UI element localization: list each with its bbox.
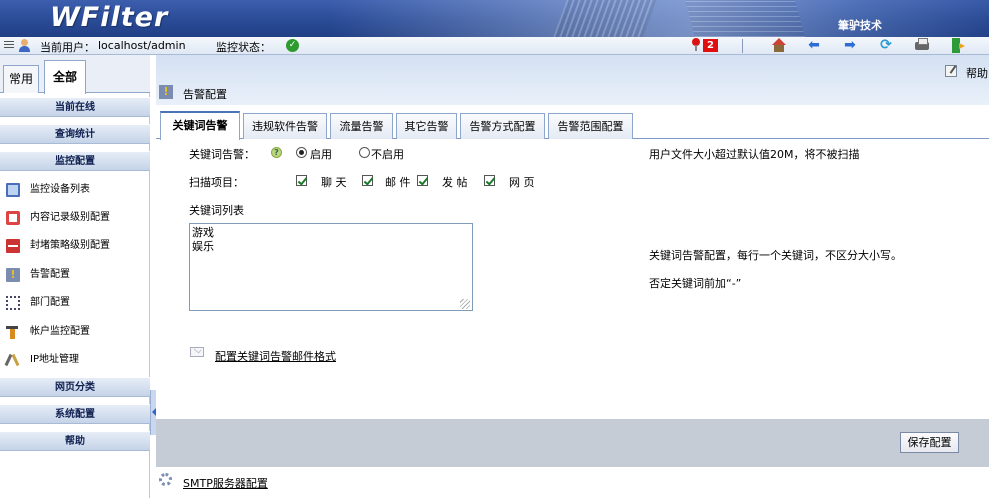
keyword-help-text: 关键词告警配置，每行一个关键词，不区分大小写。 (649, 249, 902, 262)
config-tabs: 关键词告警 违规软件告警 流量告警 其它告警 告警方式配置 告警范围配置 (156, 111, 989, 140)
enable-label: 启用 (310, 148, 332, 161)
sidebar-item-devices[interactable]: 监控设备列表 (0, 176, 150, 204)
scan-web-checkbox[interactable] (484, 175, 495, 186)
sidebar-item-label: 监控设备列表 (30, 184, 90, 195)
tab-other-alert[interactable]: 其它告警 (396, 113, 457, 139)
current-user: localhost/admin (98, 39, 186, 52)
smtp-config-link[interactable]: SMTP服务器配置 (183, 475, 268, 491)
sidebar-item-content-record[interactable]: 内容记录级别配置 (0, 204, 150, 232)
sidebar-tabs: 常用 全部 (0, 55, 150, 94)
scan-mail-label: 邮 件 (385, 176, 411, 189)
disable-radio[interactable] (359, 147, 370, 158)
sidebar-item-account[interactable]: 帐户监控配置 (0, 318, 150, 346)
sidebar: 常用 全部 当前在线 查询统计 监控配置 监控设备列表 内容记录级别配置 封堵策… (0, 55, 150, 498)
save-bar: 保存配置 (156, 419, 989, 467)
negative-keyword-help-text: 否定关键词前加“-” (649, 277, 742, 290)
keyword-list-textarea[interactable]: 游戏 娱乐 (189, 223, 473, 311)
textarea-resize-handle[interactable] (460, 299, 470, 309)
disable-label: 不启用 (371, 148, 404, 161)
gear-icon (159, 473, 172, 486)
refresh-icon[interactable]: ⟳ (878, 38, 894, 53)
exit-icon[interactable] (950, 38, 966, 53)
sidebar-item-label: 内容记录级别配置 (30, 212, 110, 223)
tab-traffic-alert[interactable]: 流量告警 (330, 113, 393, 139)
header-banner: WFilter 筆驴技术 (0, 0, 989, 37)
alarm-count-badge[interactable]: 2 (703, 39, 718, 52)
sidebar-item-label: 部门配置 (30, 297, 70, 308)
scan-post-label: 发 帖 (442, 176, 468, 189)
menu-icon[interactable] (4, 41, 14, 50)
help-question-icon[interactable]: ? (271, 147, 282, 158)
scan-web-label: 网 页 (509, 176, 535, 189)
main-content: 帮助 告警配置 关键词告警 违规软件告警 流量告警 其它告警 告警方式配置 告警… (156, 55, 989, 498)
scan-chat-label: 聊 天 (321, 176, 347, 189)
sidebar-tab-common[interactable]: 常用 (3, 65, 39, 93)
page-header: 帮助 告警配置 (156, 55, 989, 105)
sidebar-tab-all[interactable]: 全部 (44, 60, 86, 94)
sidebar-item-block-policy[interactable]: 封堵策略级别配置 (0, 232, 150, 260)
alert-icon (159, 85, 173, 99)
enable-radio[interactable] (296, 147, 307, 158)
keyword-alert-label: 关键词告警： (189, 148, 255, 161)
current-user-label: 当前用户： (40, 41, 95, 54)
sidebar-item-label: 告警配置 (30, 269, 70, 280)
mail-icon (190, 347, 204, 357)
forward-arrow-icon[interactable]: ➡ (842, 38, 858, 53)
user-icon (18, 39, 31, 52)
tab-keyword-alert[interactable]: 关键词告警 (160, 111, 240, 140)
banner-background (330, 0, 989, 37)
scan-mail-checkbox[interactable] (362, 175, 373, 186)
sidebar-section-query[interactable]: 查询统计 (0, 124, 150, 144)
company-name: 筆驴技术 (838, 19, 882, 32)
banner-decoration (685, 0, 805, 37)
sidebar-section-monitor-config[interactable]: 监控配置 (0, 151, 150, 171)
block-policy-icon (6, 239, 20, 253)
status-ok-icon: ✓ (286, 39, 299, 52)
back-arrow-icon[interactable]: ⬅ (806, 38, 822, 53)
sidebar-item-label: 封堵策略级别配置 (30, 240, 110, 251)
department-icon (6, 296, 20, 310)
alert-icon (6, 268, 20, 282)
app-logo: WFilter (50, 2, 169, 33)
status-bar: 当前用户： localhost/admin 监控状态： ✓ 2 ⬅ ➡ ⟳ (0, 37, 989, 55)
ip-tools-icon (6, 353, 20, 367)
save-button[interactable]: 保存配置 (900, 432, 959, 453)
sidebar-item-label: IP地址管理 (30, 354, 79, 365)
scan-items-label: 扫描项目： (189, 176, 244, 189)
sidebar-item-department[interactable]: 部门配置 (0, 289, 150, 317)
alarm-pin-icon[interactable] (691, 38, 701, 52)
sidebar-section-system-config[interactable]: 系统配置 (0, 404, 150, 424)
keyword-list-label: 关键词列表 (189, 204, 244, 217)
sidebar-section-help[interactable]: 帮助 (0, 431, 150, 451)
tab-software-alert[interactable]: 违规软件告警 (243, 113, 327, 139)
monitor-icon (6, 183, 20, 197)
monitor-status-label: 监控状态： (216, 41, 271, 54)
toolbar-divider (742, 39, 743, 53)
account-icon (6, 325, 20, 339)
banner-decoration (553, 0, 657, 37)
tab-alert-scope[interactable]: 告警范围配置 (548, 113, 633, 139)
help-icon[interactable] (945, 65, 957, 77)
sidebar-item-ip[interactable]: IP地址管理 (0, 346, 150, 374)
home-icon[interactable] (771, 38, 787, 53)
help-link[interactable]: 帮助 (966, 65, 988, 81)
sidebar-item-label: 帐户监控配置 (30, 326, 90, 337)
content-record-icon (6, 211, 20, 225)
sidebar-section-web-category[interactable]: 网页分类 (0, 377, 150, 397)
scan-post-checkbox[interactable] (417, 175, 428, 186)
sidebar-item-alert-config[interactable]: 告警配置 (0, 261, 150, 289)
print-icon[interactable] (914, 38, 930, 53)
sidebar-section-online[interactable]: 当前在线 (0, 97, 150, 117)
page-title: 告警配置 (183, 88, 227, 101)
tab-alert-method[interactable]: 告警方式配置 (460, 113, 545, 139)
file-size-note: 用户文件大小超过默认值20M，将不被扫描 (649, 148, 860, 161)
mail-format-link[interactable]: 配置关键词告警邮件格式 (215, 348, 336, 364)
scan-chat-checkbox[interactable] (296, 175, 307, 186)
